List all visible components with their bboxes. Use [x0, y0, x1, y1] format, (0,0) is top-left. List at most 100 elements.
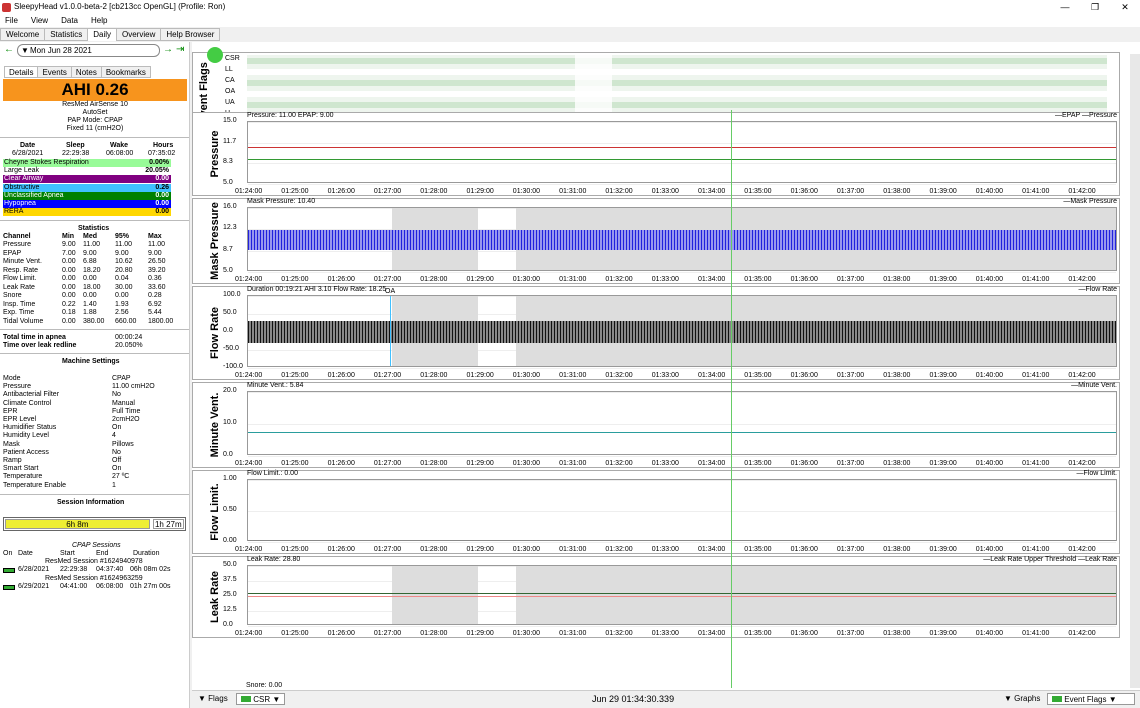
- x-tick-label: 01:25:00: [281, 276, 309, 283]
- x-tick-label: 01:24:00: [235, 372, 263, 379]
- event-label: Obstructive: [4, 183, 40, 191]
- y-tick-label: 5.0: [223, 267, 233, 274]
- subtab-details[interactable]: Details: [4, 66, 39, 78]
- setting-value: Off: [112, 457, 122, 464]
- tab-help-browser[interactable]: Help Browser: [160, 28, 221, 41]
- setting-label: EPR Level: [3, 416, 37, 423]
- flags-dropdown[interactable]: ▼ Flags: [198, 691, 228, 707]
- session-bar-main[interactable]: 6h 8m: [5, 519, 150, 529]
- x-tick-label: 01:35:00: [744, 372, 772, 379]
- stats-channel: Insp. Time: [3, 300, 36, 308]
- session-bar-side[interactable]: 1h 27m: [152, 519, 184, 529]
- menu-help[interactable]: Help: [91, 16, 107, 25]
- setting-value: On: [112, 465, 122, 473]
- event-row[interactable]: Clear Airway 0.00: [3, 175, 171, 184]
- leak-threshold-line: [248, 596, 1116, 597]
- x-tick-label: 01:39:00: [929, 188, 957, 195]
- plot-area[interactable]: [247, 121, 1117, 185]
- session-color-icon[interactable]: [3, 585, 15, 590]
- calendar-dropdown-icon[interactable]: ▼: [21, 45, 29, 56]
- setting-label: EPR: [3, 407, 18, 415]
- setting-label: Temperature: [3, 473, 43, 481]
- epap-line: [248, 159, 1116, 161]
- x-tick-label: 01:37:00: [836, 372, 865, 379]
- x-tick-label: 01:24:00: [235, 460, 263, 467]
- tab-welcome[interactable]: Welcome: [0, 28, 46, 41]
- summary-hours: 07:35:02: [148, 150, 176, 157]
- menu-data[interactable]: Data: [61, 16, 78, 25]
- plot-area[interactable]: [247, 207, 1117, 273]
- stats-channel: Minute Vent.: [3, 258, 42, 265]
- event-row[interactable]: Hypopnea 0.00: [3, 200, 171, 208]
- graph-title: Minute Vent.: [209, 392, 221, 458]
- event-row[interactable]: Unclassified Apnea 0.00: [3, 191, 171, 200]
- next-day-icon[interactable]: →: [163, 44, 173, 55]
- pressure-line: [248, 146, 1116, 148]
- summary-header-date: Date: [20, 142, 36, 149]
- oa-event-marker[interactable]: OA: [385, 288, 395, 295]
- plot-area[interactable]: [247, 479, 1117, 543]
- pin-icon[interactable]: [207, 47, 223, 63]
- event-label: Unclassified Apnea: [4, 191, 64, 199]
- graph-panel[interactable]: Pressure Pressure: 11.00 EPAP: 9.00 —EPAP …: [192, 112, 1120, 196]
- graph-panel[interactable]: Mask Pressure Mask Pressure: 10.40 —Mask P…: [192, 198, 1120, 284]
- event-row[interactable]: Obstructive 0.26: [3, 183, 171, 192]
- close-button[interactable]: ✕: [1110, 0, 1140, 14]
- subtab-notes[interactable]: Notes: [70, 66, 102, 78]
- graphs-dropdown[interactable]: ▼ Graphs: [1004, 691, 1040, 707]
- scrollbar[interactable]: [1130, 54, 1140, 688]
- x-tick-label: 01:40:00: [975, 546, 1004, 553]
- x-tick-label: 01:27:00: [373, 188, 402, 195]
- y-tick-label: 0.0: [223, 621, 233, 628]
- graph-panel[interactable]: Flow Rate Duration 00:19:21 AHI 3.10 Flow…: [192, 286, 1120, 380]
- event-label: Cheyne Stokes Respiration: [4, 159, 89, 166]
- event-flags-selector[interactable]: Event Flags ▼: [1047, 693, 1135, 705]
- subtab-events[interactable]: Events: [37, 66, 72, 78]
- stats-header: Min: [62, 233, 75, 240]
- menu-view[interactable]: View: [31, 16, 48, 25]
- stats-value: 39.20: [148, 266, 166, 274]
- flow-limit-line: [248, 540, 1116, 542]
- stats-value: 0.00: [83, 275, 97, 282]
- tab-statistics[interactable]: Statistics: [44, 28, 89, 41]
- stats-value: 1.88: [83, 309, 97, 316]
- minimize-button[interactable]: —: [1050, 0, 1080, 14]
- x-tick-label: 01:28:00: [420, 460, 448, 467]
- tab-daily[interactable]: Daily: [87, 28, 117, 41]
- setting-value: CPAP: [112, 375, 131, 382]
- graphs-label: Graphs: [1014, 694, 1041, 703]
- y-tick-label: 1.00: [223, 475, 237, 482]
- x-tick-label: 01:25:00: [281, 372, 309, 379]
- last-day-icon[interactable]: ⇥: [176, 44, 184, 55]
- maximize-button[interactable]: ❐: [1080, 0, 1110, 14]
- plot-area[interactable]: OA: [247, 288, 1117, 369]
- session-color-icon[interactable]: [3, 568, 15, 573]
- y-tick-label: 8.7: [223, 245, 233, 253]
- graph-legend: —Minute Vent.: [1071, 382, 1117, 389]
- event-row[interactable]: Cheyne Stokes Respiration 0.00%: [3, 159, 171, 167]
- csr-selector[interactable]: CSR ▼: [236, 693, 286, 705]
- plot-area[interactable]: [247, 565, 1117, 627]
- x-tick-label: 01:35:00: [744, 546, 772, 553]
- event-row[interactable]: Large Leak 20.05%: [3, 167, 171, 176]
- x-tick-label: 01:32:00: [605, 372, 633, 379]
- tab-overview[interactable]: Overview: [116, 28, 162, 41]
- event-value: 0.00: [155, 208, 169, 216]
- subtab-bookmarks[interactable]: Bookmarks: [100, 66, 151, 78]
- graph-panel[interactable]: Flow Limit. Flow Limit.: 0.00 —Flow Limit.…: [192, 470, 1120, 554]
- session-timeline[interactable]: 6h 8m 1h 27m: [3, 517, 186, 531]
- graph-title: Flow Limit.: [209, 483, 221, 541]
- x-tick-label: 01:27:00: [373, 546, 402, 553]
- cpap-sessions-title: CPAP Sessions: [72, 542, 121, 549]
- date-picker[interactable]: ▼ Mon Jun 28 2021: [17, 44, 160, 57]
- prev-day-icon[interactable]: ←: [4, 44, 14, 55]
- event-row[interactable]: RERA 0.00: [3, 208, 171, 217]
- x-tick-label: 01:37:00: [836, 546, 865, 553]
- stats-value: 0.00: [62, 292, 76, 299]
- plot-area[interactable]: [247, 391, 1117, 457]
- graph-panel[interactable]: Leak Rate Leak Rate: 28.80 —Leak Rate Uppe…: [192, 556, 1120, 638]
- x-tick-label: 01:27:00: [373, 460, 402, 467]
- graph-panel[interactable]: Minute Vent. Minute Vent.: 5.84 —Minute Ve…: [192, 382, 1120, 468]
- session-start: 04:41:00: [60, 583, 88, 590]
- menu-file[interactable]: File: [5, 16, 18, 25]
